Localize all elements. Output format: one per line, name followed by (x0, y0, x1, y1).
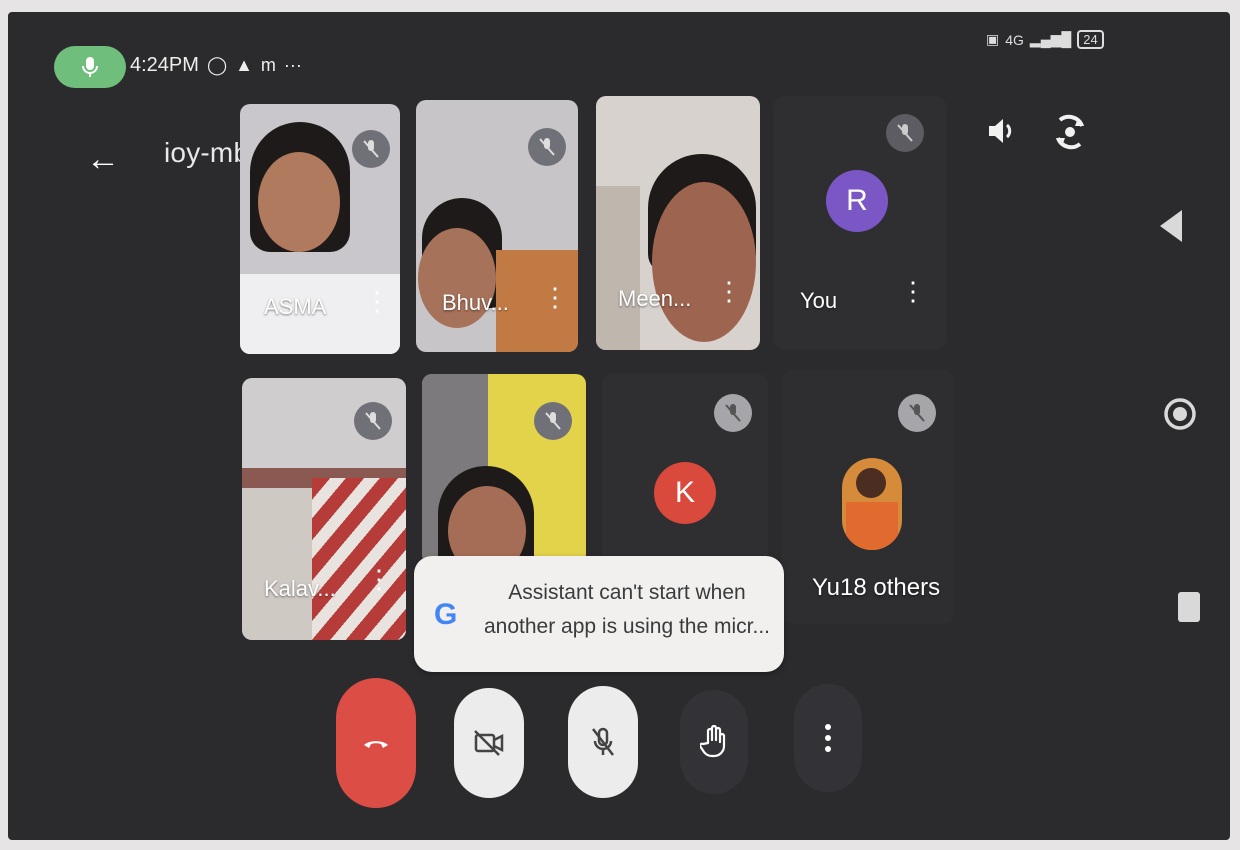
camera-off-icon (474, 730, 504, 756)
drive-icon: ▲ (235, 55, 253, 75)
assistant-toast: G Assistant can't start when another app… (414, 556, 784, 672)
participant-tile[interactable]: K (602, 374, 768, 564)
end-call-button[interactable] (336, 678, 416, 808)
mic-muted-icon (352, 130, 390, 168)
switch-camera-icon[interactable] (1052, 112, 1088, 160)
participant-tile-self[interactable]: R You ⋮ (774, 96, 946, 350)
participant-tile[interactable]: Kalav... ⋮ (242, 378, 406, 640)
toast-message: Assistant can't start when another app i… (484, 581, 770, 638)
meet-call-screen: 4:24PM ◯ ▲ m ··· ▣ 4G ▂▄▆█ 24 ← ioy-mbzy… (8, 12, 1230, 840)
signal-icon: ▂▄▆█ (1029, 31, 1072, 47)
participant-name: Meen... (618, 286, 692, 311)
mic-off-icon (592, 727, 614, 756)
raise-hand-icon (700, 725, 726, 758)
nav-home-icon[interactable] (1162, 396, 1198, 437)
participant-menu-icon[interactable]: ⋮ (900, 278, 926, 304)
status-time-row: 4:24PM ◯ ▲ m ··· (130, 54, 302, 77)
mic-muted-icon (886, 114, 924, 152)
mic-muted-icon (354, 402, 392, 440)
participant-tile[interactable] (422, 374, 586, 564)
participant-tile[interactable]: ASMA ⋮ (240, 104, 400, 354)
camera-off-button[interactable] (454, 688, 524, 798)
participant-tile-others[interactable]: Yu18 others (782, 370, 954, 624)
participant-tile[interactable]: Bhuv... ⋮ (416, 100, 578, 352)
participant-menu-icon[interactable]: ⋮ (364, 288, 390, 314)
sim-icon: ▣ (986, 31, 1000, 47)
participant-name: ASMA (264, 294, 327, 319)
mic-muted-icon (714, 394, 752, 432)
back-arrow-icon[interactable]: ← (86, 140, 120, 179)
participant-tile[interactable]: Meen... ⋮ (596, 96, 760, 350)
more-options-button[interactable] (794, 684, 862, 792)
mic-toggle-button[interactable] (568, 686, 638, 798)
avatar: K (654, 462, 716, 524)
participant-name: Yu18 others (812, 574, 941, 601)
mic-muted-icon (898, 394, 936, 432)
speaker-icon[interactable] (984, 114, 1018, 156)
hang-up-icon (364, 741, 388, 748)
gmail-icon: m (260, 55, 276, 75)
raise-hand-button[interactable] (680, 690, 748, 794)
whatsapp-icon: ◯ (206, 55, 228, 75)
nav-recents-icon[interactable] (1176, 590, 1202, 629)
avatar (842, 458, 902, 550)
nav-back-icon[interactable] (1158, 208, 1184, 249)
status-time: 4:24PM (130, 54, 199, 76)
participant-name: Bhuv... (442, 290, 509, 315)
network-label: 4G (1005, 31, 1024, 48)
mic-active-indicator[interactable] (54, 46, 126, 88)
status-right: ▣ 4G ▂▄▆█ 24 (986, 30, 1104, 49)
participant-menu-icon[interactable]: ⋮ (366, 566, 392, 592)
participant-name: Kalav... (264, 576, 336, 601)
participant-menu-icon[interactable]: ⋮ (716, 278, 742, 304)
mic-active-icon (82, 57, 98, 77)
participant-name: You (800, 288, 838, 313)
mic-muted-icon (528, 128, 566, 166)
participant-menu-icon[interactable]: ⋮ (542, 284, 568, 310)
more-icon: ··· (283, 55, 302, 75)
more-vertical-icon (825, 724, 831, 752)
battery-level: 24 (1077, 30, 1104, 49)
mic-muted-icon (534, 402, 572, 440)
avatar: R (826, 170, 888, 232)
status-bar: 4:24PM ◯ ▲ m ··· ▣ 4G ▂▄▆█ 24 (8, 12, 1230, 88)
google-logo-icon: G (434, 598, 458, 631)
